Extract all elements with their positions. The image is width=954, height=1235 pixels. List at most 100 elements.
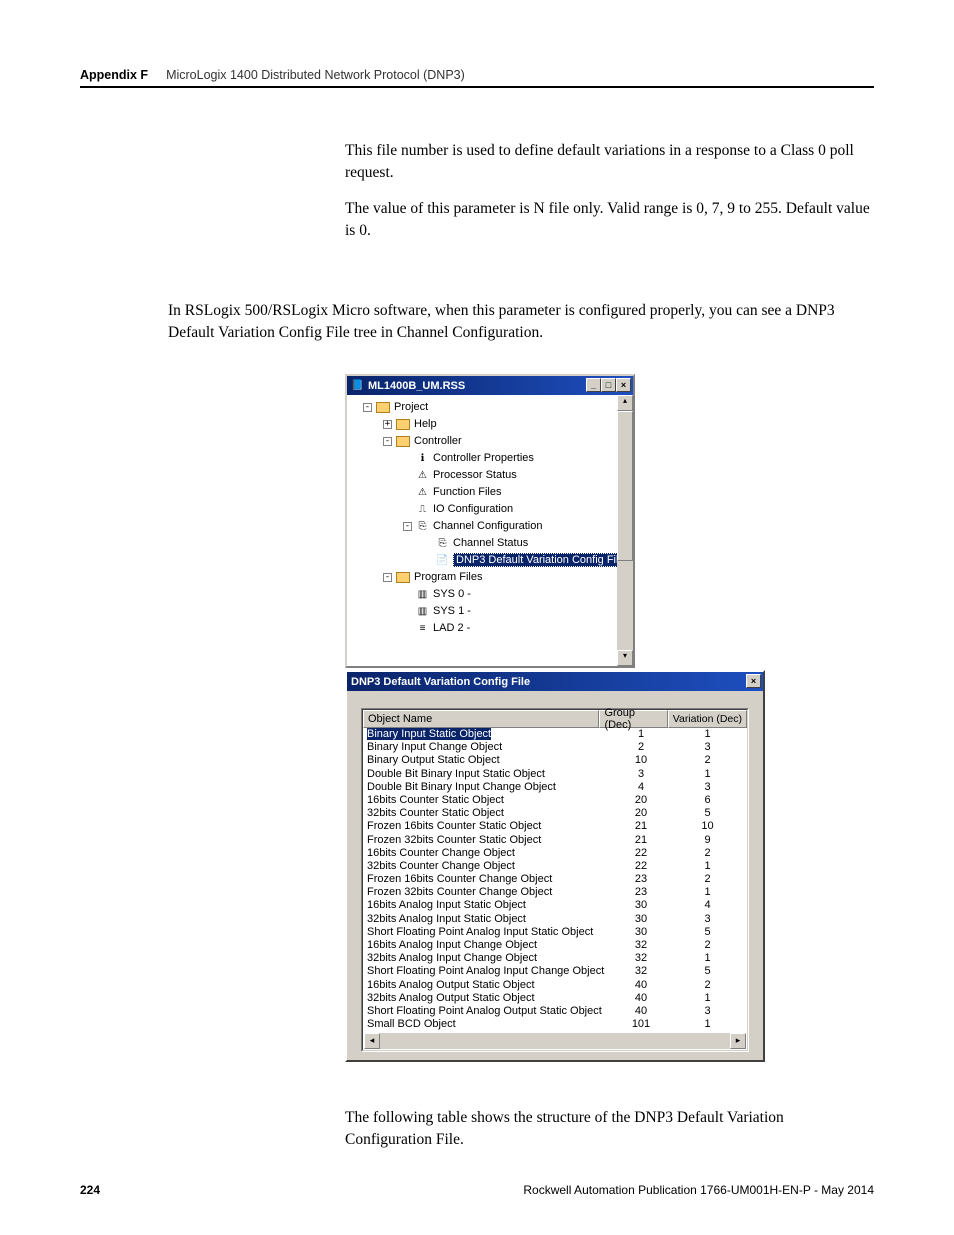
info-icon: ℹ <box>416 452 429 465</box>
cell-object-name: Frozen 32bits Counter Change Object <box>363 886 606 899</box>
header-rule <box>80 86 874 88</box>
maximize-button[interactable]: □ <box>601 378 616 392</box>
tree-node[interactable]: ≡LAD 2 - <box>351 620 633 637</box>
table-row[interactable]: 32bits Analog Input Change Object321 <box>363 952 747 965</box>
tree-node[interactable]: ▥SYS 0 - <box>351 586 633 603</box>
cell-group: 40 <box>606 992 676 1005</box>
tree-node[interactable]: -Project <box>351 399 633 416</box>
table-row[interactable]: 16bits Counter Change Object222 <box>363 847 747 860</box>
col-variation[interactable]: Variation (Dec) <box>668 710 747 728</box>
table-row[interactable]: Double Bit Binary Input Change Object43 <box>363 781 747 794</box>
horizontal-scrollbar[interactable]: ◂ ▸ <box>364 1033 746 1049</box>
scroll-right-icon[interactable]: ▸ <box>730 1033 746 1049</box>
expand-icon[interactable]: - <box>383 573 392 582</box>
cell-object-name: 32bits Counter Change Object <box>363 860 606 873</box>
cell-group: 23 <box>606 873 676 886</box>
scroll-thumb[interactable] <box>617 411 633 561</box>
tree-node[interactable]: ⎘Channel Status <box>351 535 633 552</box>
tree-node[interactable]: ▥SYS 1 - <box>351 603 633 620</box>
project-tree-window: 📘 ML1400B_UM.RSS _ □ × -Project+Help-Con… <box>345 374 635 668</box>
table-row[interactable]: 32bits Counter Change Object221 <box>363 860 747 873</box>
config-close-button[interactable]: × <box>746 674 761 688</box>
cell-object-name: Binary Input Static Object <box>363 728 606 741</box>
table-row[interactable]: 16bits Analog Input Change Object322 <box>363 939 747 952</box>
io-icon: ⎍ <box>416 503 429 516</box>
tree-node[interactable]: ⎍ IO Configuration <box>351 501 633 518</box>
table-row[interactable]: Frozen 32bits Counter Change Object231 <box>363 886 747 899</box>
expand-icon[interactable]: - <box>383 437 392 446</box>
table-row[interactable]: 32bits Analog Input Static Object303 <box>363 913 747 926</box>
page-header: Appendix F MicroLogix 1400 Distributed N… <box>80 68 874 82</box>
cell-object-name: 16bits Analog Output Static Object <box>363 979 606 992</box>
table-row[interactable]: 16bits Counter Static Object206 <box>363 794 747 807</box>
folder-icon <box>396 572 410 583</box>
expand-icon[interactable]: - <box>363 403 372 412</box>
tree-node[interactable]: - Program Files <box>351 569 633 586</box>
cell-variation: 3 <box>676 781 747 794</box>
scroll-left-icon[interactable]: ◂ <box>364 1033 380 1049</box>
tree-node[interactable]: -Controller <box>351 433 633 450</box>
project-tree[interactable]: -Project+Help-ControllerℹController Prop… <box>347 395 633 637</box>
cell-variation: 1 <box>676 1018 747 1031</box>
col-object-name[interactable]: Object Name <box>363 710 599 728</box>
page-number: 224 <box>80 1183 100 1197</box>
warn-icon: ⚠ <box>416 469 429 482</box>
cell-variation: 5 <box>676 926 747 939</box>
table-row[interactable]: Short Floating Point Analog Output Stati… <box>363 1005 747 1018</box>
folder-icon <box>396 436 410 447</box>
cell-group: 1 <box>606 728 676 741</box>
table-row[interactable]: Binary Input Change Object23 <box>363 741 747 754</box>
close-button[interactable]: × <box>616 378 631 392</box>
cell-object-name: Double Bit Binary Input Static Object <box>363 768 606 781</box>
cell-object-name: Frozen 16bits Counter Static Object <box>363 820 606 833</box>
tree-node[interactable]: ⚠Function Files <box>351 484 633 501</box>
table-row[interactable]: Frozen 32bits Counter Static Object219 <box>363 834 747 847</box>
cell-object-name: 16bits Analog Input Static Object <box>363 899 606 912</box>
tree-node[interactable]: 📄DNP3 Default Variation Config File <box>351 552 633 569</box>
table-row[interactable]: Binary Input Static Object11 <box>363 728 747 741</box>
minimize-button[interactable]: _ <box>586 378 601 392</box>
col-group[interactable]: Group (Dec) <box>599 710 667 728</box>
table-row[interactable]: Short Floating Point Analog Input Static… <box>363 926 747 939</box>
table-row[interactable]: Frozen 16bits Counter Change Object232 <box>363 873 747 886</box>
tree-node[interactable]: -⎘Channel Configuration <box>351 518 633 535</box>
tree-node-label: Program Files <box>414 569 482 586</box>
config-titlebar: DNP3 Default Variation Config File × <box>347 672 763 691</box>
config-grid[interactable]: Binary Input Static Object11Binary Input… <box>363 728 747 1031</box>
file-icon: 📄 <box>436 554 449 567</box>
table-row[interactable]: Short Floating Point Analog Input Change… <box>363 965 747 978</box>
expand-icon[interactable]: + <box>383 420 392 429</box>
tree-title: ML1400B_UM.RSS <box>368 380 465 392</box>
expand-icon[interactable]: - <box>403 522 412 531</box>
cell-variation: 2 <box>676 847 747 860</box>
tree-node-label: Channel Configuration <box>433 518 542 535</box>
table-row[interactable]: Double Bit Binary Input Static Object31 <box>363 768 747 781</box>
cell-variation: 3 <box>676 741 747 754</box>
tree-scrollbar[interactable]: ▴ ▾ <box>617 395 633 666</box>
table-row[interactable]: Frozen 16bits Counter Static Object2110 <box>363 820 747 833</box>
table-row[interactable]: 32bits Counter Static Object205 <box>363 807 747 820</box>
tree-node-label: Channel Status <box>453 535 528 552</box>
cell-object-name: Binary Output Static Object <box>363 754 606 767</box>
table-row[interactable]: Small BCD Object1011 <box>363 1018 747 1031</box>
body-paragraph-3: In RSLogix 500/RSLogix Micro software, w… <box>168 300 874 345</box>
scroll-up-icon[interactable]: ▴ <box>617 395 633 411</box>
body-paragraph-1: This file number is used to define defau… <box>345 140 874 185</box>
tree-node[interactable]: +Help <box>351 416 633 433</box>
tree-node[interactable]: ⚠ Processor Status <box>351 467 633 484</box>
tree-node-label: IO Configuration <box>433 501 513 518</box>
table-row[interactable]: 32bits Analog Output Static Object401 <box>363 992 747 1005</box>
warn-icon: ⚠ <box>416 486 429 499</box>
table-row[interactable]: 16bits Analog Input Static Object304 <box>363 899 747 912</box>
cell-variation: 3 <box>676 1005 747 1018</box>
cell-object-name: Binary Input Change Object <box>363 741 606 754</box>
cell-object-name: Short Floating Point Analog Input Change… <box>363 965 606 978</box>
cell-group: 30 <box>606 926 676 939</box>
cell-group: 20 <box>606 794 676 807</box>
table-row[interactable]: 16bits Analog Output Static Object402 <box>363 979 747 992</box>
scroll-down-icon[interactable]: ▾ <box>617 650 633 666</box>
tree-node[interactable]: ℹController Properties <box>351 450 633 467</box>
body-paragraph-2: The value of this parameter is N file on… <box>345 198 874 243</box>
tree-node-label: Processor Status <box>433 467 517 484</box>
table-row[interactable]: Binary Output Static Object102 <box>363 754 747 767</box>
